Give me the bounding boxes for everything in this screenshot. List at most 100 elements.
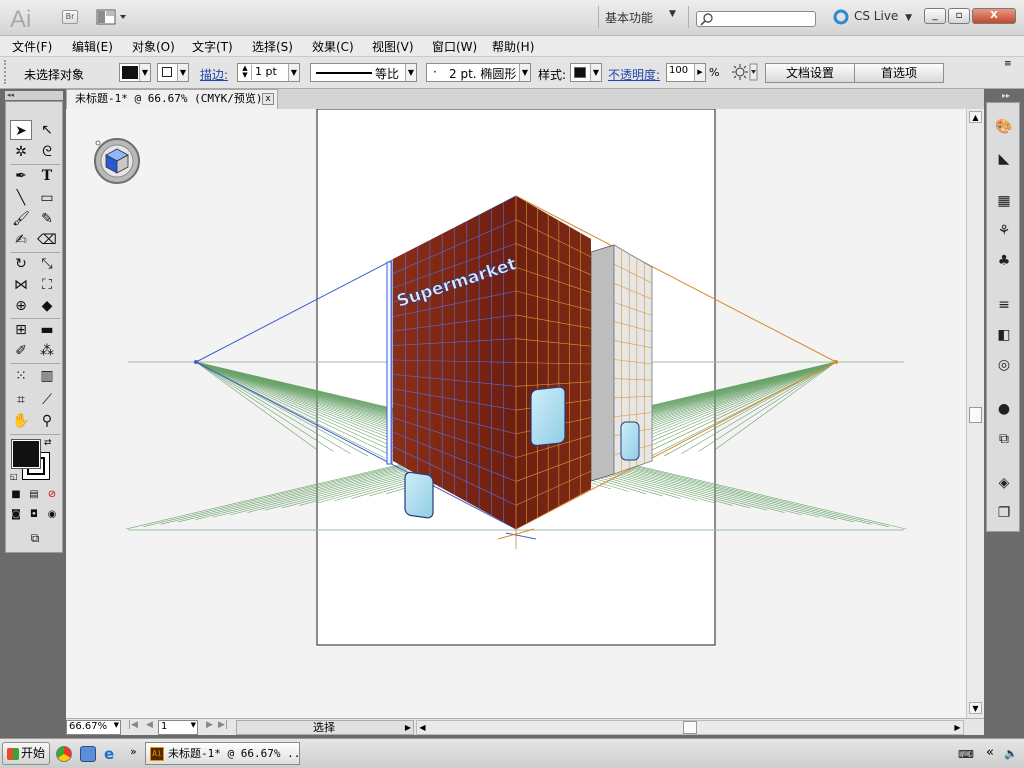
color-mode-icon[interactable]: ■ [8, 488, 24, 502]
direct-selection-tool-icon[interactable]: ↖ [36, 120, 58, 140]
eraser-tool-icon[interactable]: ⌫ [36, 230, 58, 250]
document-setup-button[interactable]: 文档设置 [765, 63, 855, 83]
expand-dock-icon[interactable]: ▸▸ [1002, 91, 1010, 100]
restore-button[interactable]: ▫ [948, 8, 970, 24]
opacity-field[interactable]: 100 ▶ [666, 63, 706, 82]
volume-icon[interactable]: 🔈 [1004, 747, 1018, 760]
horizontal-scroll-thumb[interactable] [683, 721, 697, 734]
fill-swatch[interactable] [11, 439, 41, 469]
recolor-artwork-button[interactable] [730, 62, 758, 82]
last-artboard-icon[interactable]: ▶| [218, 720, 228, 730]
keyboard-icon[interactable]: ⌨ [958, 748, 974, 761]
more-quicklaunch-icon[interactable]: » [130, 745, 137, 758]
fill-stroke-swatches[interactable]: ⇄ ◱ [10, 438, 52, 482]
symbol-sprayer-tool-icon[interactable]: ⁙ [10, 366, 32, 386]
type-tool-icon[interactable]: T [36, 166, 58, 186]
plane-switching-widget[interactable] [94, 138, 140, 184]
perspective-selection-tool-icon[interactable]: ◆ [36, 296, 58, 316]
artboard-tool-icon[interactable]: ⌗ [10, 390, 32, 410]
canvas-area[interactable]: Supermarket [66, 109, 966, 718]
show-hidden-icons[interactable]: « [986, 745, 994, 760]
stroke-color-dropdown[interactable]: ▼ [157, 63, 189, 82]
panel-menu-icon[interactable]: ≡ [1004, 59, 1012, 69]
left-vanishing-point[interactable] [194, 360, 198, 364]
help-search-input[interactable] [696, 11, 816, 27]
stroke-panel-link[interactable]: 描边: [200, 66, 228, 83]
width-tool-icon[interactable]: ⋈ [10, 275, 32, 295]
stroke-panel-icon[interactable]: ≡ [994, 295, 1014, 315]
blob-brush-tool-icon[interactable]: ✍ [10, 230, 32, 250]
first-artboard-icon[interactable]: |◀ [128, 720, 138, 730]
vertical-scroll-thumb[interactable] [969, 407, 982, 423]
opacity-panel-link[interactable]: 不透明度: [608, 66, 660, 83]
graphic-styles-panel-icon[interactable]: ⧉ [994, 429, 1014, 449]
screen-mode-icon[interactable]: ⧉ [24, 530, 46, 546]
color-guide-panel-icon[interactable]: ◣ [994, 149, 1014, 169]
tools-panel-grip[interactable]: ◂◂ [5, 91, 63, 100]
selection-tool-icon[interactable]: ➤ [10, 120, 32, 140]
arrange-documents-button[interactable] [96, 9, 130, 26]
stepper-icon[interactable]: ▲ ▼ [239, 65, 252, 80]
eyedropper-tool-icon[interactable]: ✐ [10, 341, 32, 361]
horizontal-scrollbar[interactable]: ◀ ▶ [416, 720, 964, 735]
bridge-button[interactable]: Br [62, 10, 78, 24]
gradient-panel-icon[interactable]: ◧ [994, 325, 1014, 345]
vertical-scrollbar[interactable]: ▲ ▼ [966, 109, 984, 718]
symbols-panel-icon[interactable]: ♣ [994, 251, 1014, 271]
fill-color-dropdown[interactable]: ▼ [119, 63, 151, 82]
preferences-button[interactable]: 首选项 [854, 63, 944, 83]
graphic-style-dropdown[interactable]: ▼ [570, 63, 602, 82]
color-panel-icon[interactable]: 🎨 [994, 117, 1014, 137]
draw-inside-icon[interactable]: ◉ [44, 508, 60, 522]
transparency-panel-icon[interactable]: ◎ [994, 355, 1014, 375]
menu-object[interactable]: 对象(O) [132, 38, 175, 55]
default-fill-stroke-icon[interactable]: ◱ [10, 472, 18, 481]
rotate-tool-icon[interactable]: ↻ [10, 254, 32, 274]
menu-select[interactable]: 选择(S) [252, 38, 293, 55]
start-button[interactable]: 开始 [2, 742, 50, 765]
workspace-switcher[interactable]: 基本功能 ▼ [605, 9, 683, 27]
appearance-panel-icon[interactable]: ● [994, 399, 1014, 419]
mesh-tool-icon[interactable]: ⊞ [10, 320, 32, 340]
menu-effect[interactable]: 效果(C) [312, 38, 354, 55]
internet-explorer-icon[interactable]: e [104, 745, 114, 763]
close-window-button[interactable]: X [972, 8, 1016, 24]
artboard-number-field[interactable]: 1 ▼ [158, 720, 198, 735]
close-tab-button[interactable]: x [262, 93, 274, 105]
swap-fill-stroke-icon[interactable]: ⇄ [44, 438, 52, 448]
gradient-tool-icon[interactable]: ▬ [36, 320, 58, 340]
rectangle-tool-icon[interactable]: ▭ [36, 188, 58, 208]
right-vanishing-point[interactable] [834, 360, 838, 364]
minimize-button[interactable]: _ [924, 8, 946, 24]
gradient-mode-icon[interactable]: ▤ [26, 488, 42, 502]
status-mode-menu[interactable]: 选择 ▶ [236, 720, 414, 735]
variable-width-profile-dropdown[interactable]: 等比 ▼ [310, 63, 417, 82]
next-artboard-icon[interactable]: ▶ [206, 720, 213, 730]
swatches-panel-icon[interactable]: ▦ [994, 191, 1014, 211]
magic-wand-tool-icon[interactable]: ✲ [10, 142, 32, 162]
lasso-tool-icon[interactable]: ᘓ [36, 142, 58, 162]
menu-view[interactable]: 视图(V) [372, 38, 414, 55]
blend-tool-icon[interactable]: ⁂ [36, 341, 58, 361]
menu-file[interactable]: 文件(F) [12, 38, 52, 55]
menu-window[interactable]: 窗口(W) [432, 38, 477, 55]
cs-live-menu[interactable]: CS Live ▼ [854, 9, 912, 23]
menu-edit[interactable]: 编辑(E) [72, 38, 113, 55]
menu-type[interactable]: 文字(T) [192, 38, 233, 55]
none-mode-icon[interactable]: ⊘ [44, 488, 60, 502]
shape-builder-tool-icon[interactable]: ⊕ [10, 296, 32, 316]
line-segment-tool-icon[interactable]: ╲ [10, 188, 32, 208]
hand-tool-icon[interactable]: ✋ [10, 411, 32, 431]
zoom-tool-icon[interactable]: ⚲ [36, 411, 58, 431]
taskbar-illustrator-item[interactable]: Ai 未标题-1* @ 66.67% ... [145, 742, 300, 765]
zoom-field[interactable]: 66.67% ▼ [66, 720, 121, 735]
draw-normal-icon[interactable]: ◙ [8, 508, 24, 522]
scroll-up-icon[interactable]: ▲ [969, 111, 982, 123]
stroke-weight-field[interactable]: ▲ ▼ 1 pt ▼ [237, 63, 300, 82]
slice-tool-icon[interactable]: ⟋ [36, 390, 58, 410]
layers-panel-icon[interactable]: ◈ [994, 473, 1014, 493]
document-tab[interactable]: 未标题-1* @ 66.67% (CMYK/预览) x [66, 89, 278, 109]
chrome-icon[interactable] [56, 746, 72, 762]
scale-tool-icon[interactable]: ⤡ [36, 254, 58, 274]
scroll-down-icon[interactable]: ▼ [969, 702, 982, 714]
